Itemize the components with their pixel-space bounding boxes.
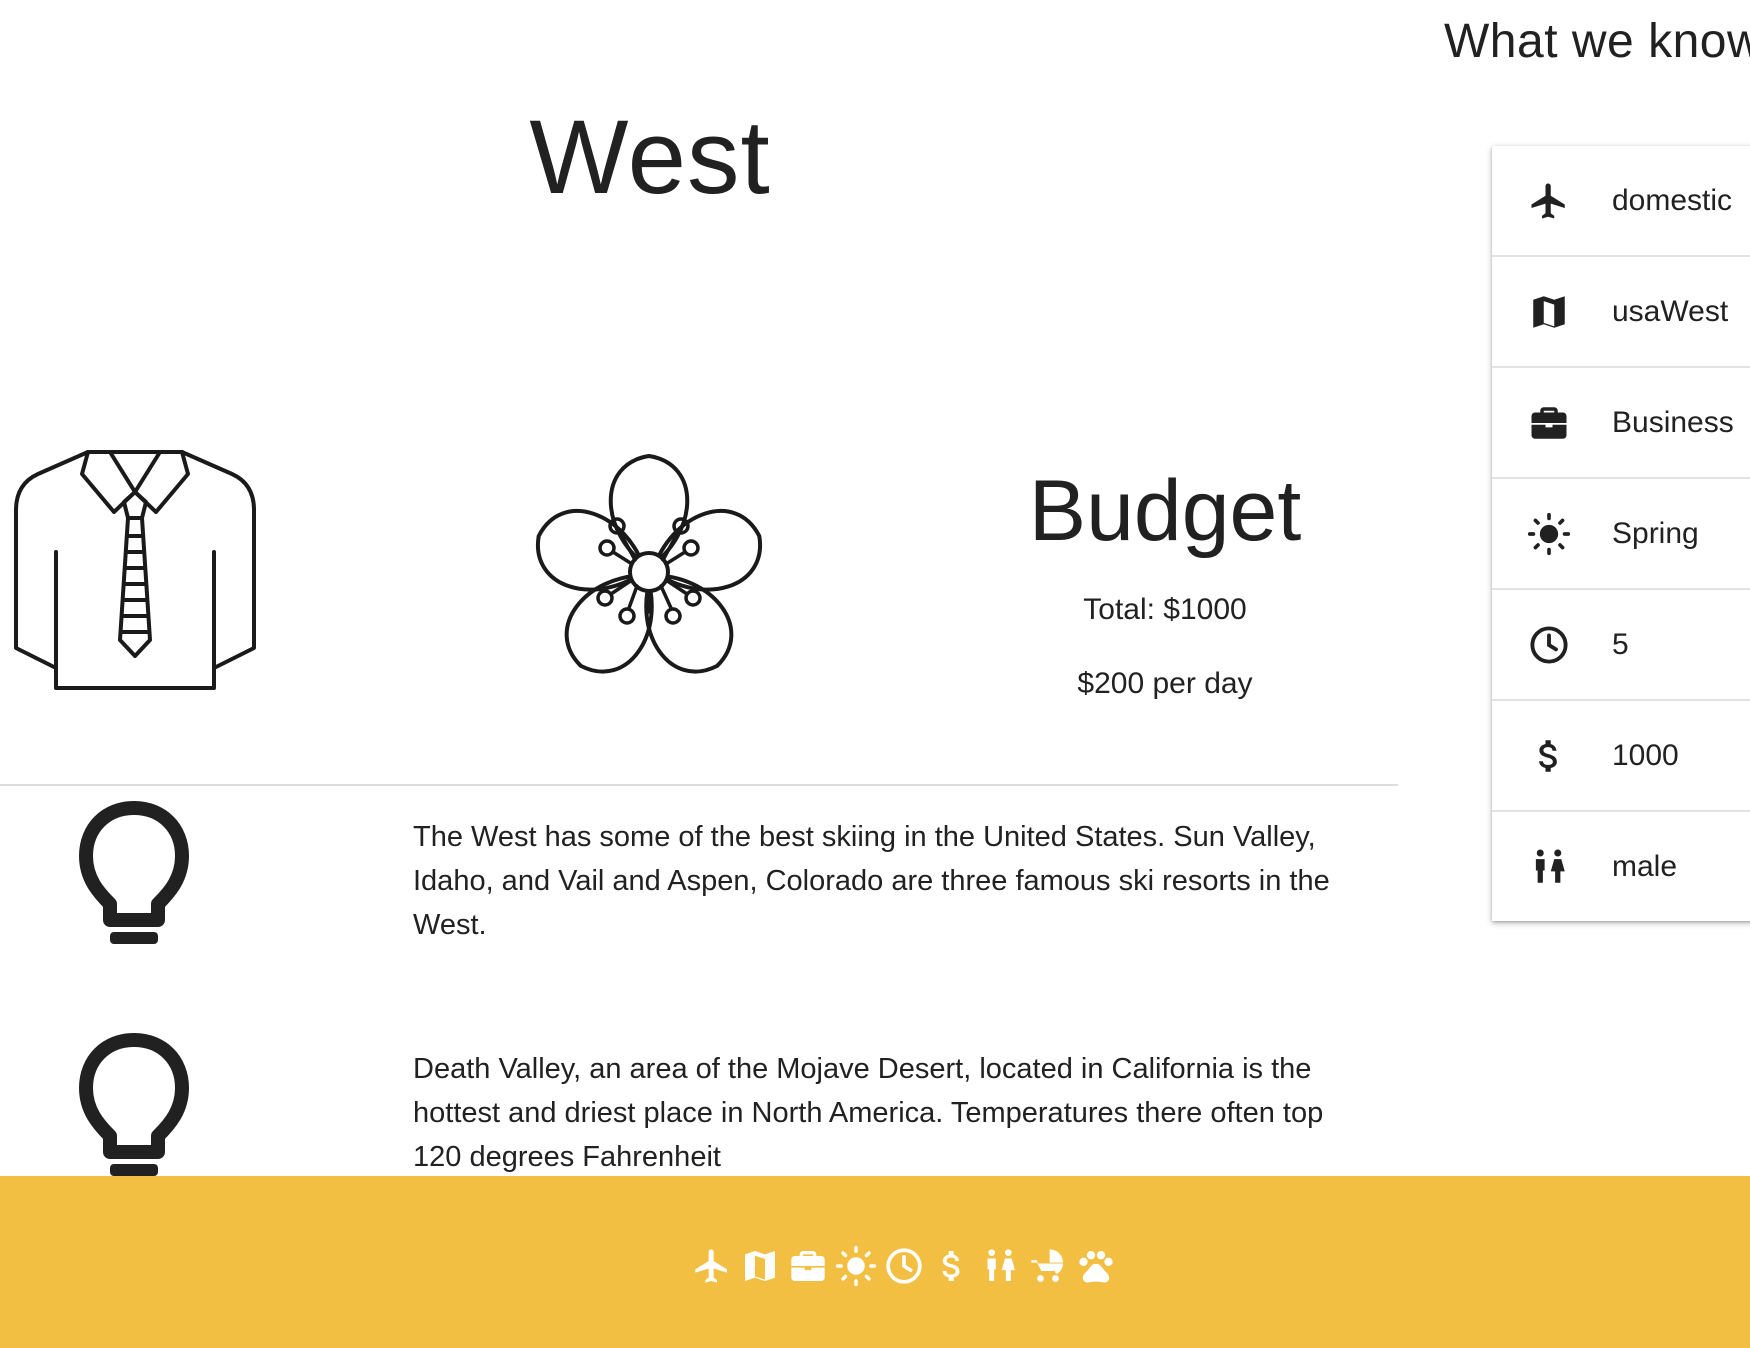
lightbulb-icon: [78, 1032, 190, 1184]
airplane-icon: [1526, 178, 1572, 224]
map-icon: [1526, 289, 1572, 335]
budget-panel: Budget Total: $1000 $200 per day: [1000, 460, 1330, 701]
footer-icon-nav: [690, 1244, 1118, 1288]
clock-icon: [1526, 622, 1572, 668]
people-icon[interactable]: [978, 1244, 1022, 1288]
info-row-label: 1000: [1612, 738, 1679, 772]
what-we-know-card: domestic usaWest Business Spring 5 1000: [1492, 146, 1750, 921]
info-row-travel-type[interactable]: domestic: [1492, 146, 1750, 257]
clock-icon[interactable]: [882, 1244, 926, 1288]
flower-icon: [524, 448, 774, 696]
budget-title: Budget: [1028, 463, 1302, 559]
tip-text: Death Valley, an area of the Mojave Dese…: [413, 1053, 1324, 1173]
info-row-region[interactable]: usaWest: [1492, 257, 1750, 368]
sun-icon[interactable]: [834, 1244, 878, 1288]
divider: [0, 784, 1398, 786]
budget-total: Total: $1000: [1083, 593, 1247, 627]
airplane-icon[interactable]: [690, 1244, 734, 1288]
dollar-icon[interactable]: [930, 1244, 974, 1288]
sidebar-title: What we know: [1444, 15, 1750, 68]
map-icon[interactable]: [738, 1244, 782, 1288]
lightbulb-icon: [78, 800, 190, 952]
people-icon: [1526, 844, 1572, 890]
info-row-purpose[interactable]: Business: [1492, 368, 1750, 479]
footer-bar: [0, 1176, 1750, 1348]
info-row-travelers[interactable]: male: [1492, 812, 1750, 921]
info-row-label: usaWest: [1612, 294, 1729, 328]
tip-text: The West has some of the best skiing in …: [413, 821, 1330, 941]
info-row-season[interactable]: Spring: [1492, 479, 1750, 590]
info-row-label: Business: [1612, 405, 1734, 439]
sun-icon: [1526, 511, 1572, 557]
info-row-label: male: [1612, 849, 1678, 883]
dollar-icon: [1526, 733, 1572, 779]
page-title: West: [529, 99, 771, 216]
info-row-label: 5: [1612, 627, 1629, 661]
info-row-label: Spring: [1612, 516, 1699, 550]
info-row-duration[interactable]: 5: [1492, 590, 1750, 701]
briefcase-icon: [1526, 400, 1572, 446]
budget-per-day: $200 per day: [1077, 667, 1253, 701]
paw-icon[interactable]: [1074, 1244, 1118, 1288]
shirt-tie-icon: [10, 448, 260, 696]
info-row-budget[interactable]: 1000: [1492, 701, 1750, 812]
stroller-icon[interactable]: [1026, 1244, 1070, 1288]
info-row-label: domestic: [1612, 183, 1733, 217]
briefcase-icon[interactable]: [786, 1244, 830, 1288]
